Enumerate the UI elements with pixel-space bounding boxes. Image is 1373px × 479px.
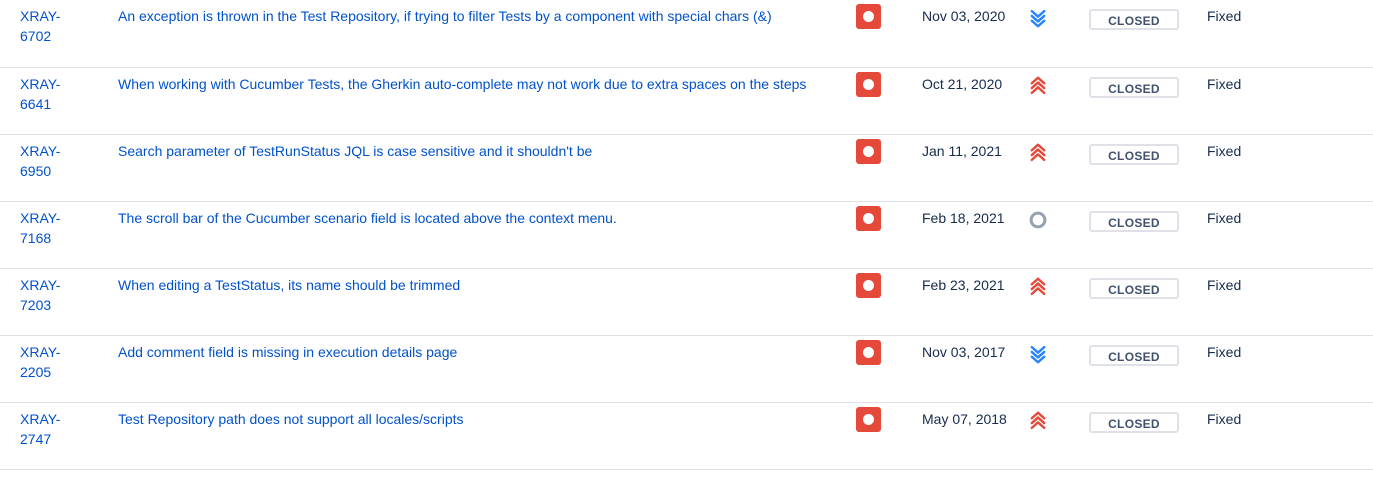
bug-icon: [856, 4, 881, 29]
issue-summary-link[interactable]: Search parameter of TestRunStatus JQL is…: [108, 135, 856, 161]
status-cell: CLOSED: [1089, 134, 1207, 202]
resolution-cell: Fixed: [1207, 402, 1373, 470]
issue-key-link[interactable]: XRAY-7168: [0, 202, 90, 248]
issue-key-cell: XRAY-6950: [0, 134, 108, 202]
status-cell: CLOSED: [1089, 201, 1207, 269]
status-badge: CLOSED: [1089, 344, 1179, 366]
priority-cell: [1023, 335, 1089, 403]
bug-icon: [856, 71, 881, 97]
resolution-cell: Fixed: [1207, 134, 1373, 202]
resolution-cell: Fixed: [1207, 201, 1373, 269]
priority-cell: [1023, 402, 1089, 470]
priority-cell: [1023, 268, 1089, 336]
lowest-priority-icon: [1027, 7, 1049, 29]
status-cell: CLOSED: [1089, 402, 1207, 470]
type-cell: [856, 0, 922, 68]
issue-key-link[interactable]: XRAY-6950: [0, 135, 90, 181]
summary-cell: When editing a TestStatus, its name shou…: [108, 268, 856, 336]
issues-table: XRAY-6702 An exception is thrown in the …: [0, 0, 1373, 470]
table-row: XRAY-7203 When editing a TestStatus, its…: [0, 268, 1373, 336]
table-row: XRAY-6641 When working with Cucumber Tes…: [0, 67, 1373, 135]
issue-key-cell: XRAY-6702: [0, 0, 108, 68]
summary-cell: An exception is thrown in the Test Repos…: [108, 0, 856, 68]
issue-key-link[interactable]: XRAY-6702: [0, 0, 90, 46]
issue-summary-link[interactable]: Test Repository path does not support al…: [108, 403, 856, 429]
medium-priority-icon: [1027, 209, 1049, 231]
issue-key-cell: XRAY-6641: [0, 67, 108, 135]
highest-priority-icon: [1027, 75, 1049, 97]
status-badge: CLOSED: [1089, 9, 1179, 30]
resolution-cell: Fixed: [1207, 268, 1373, 336]
updated-date: Nov 03, 2017: [922, 335, 1023, 403]
status-badge: CLOSED: [1089, 411, 1179, 433]
status-badge: CLOSED: [1089, 76, 1179, 98]
status-cell: CLOSED: [1089, 67, 1207, 135]
summary-cell: Test Repository path does not support al…: [108, 402, 856, 470]
updated-date: Jan 11, 2021: [922, 134, 1023, 202]
type-cell: [856, 134, 922, 202]
issue-key-link[interactable]: XRAY-2747: [0, 403, 90, 449]
resolution-cell: Fixed: [1207, 0, 1373, 68]
bug-icon: [856, 205, 881, 231]
highest-priority-icon: [1027, 142, 1049, 164]
summary-cell: Add comment field is missing in executio…: [108, 335, 856, 403]
issue-key-link[interactable]: XRAY-6641: [0, 68, 90, 114]
type-cell: [856, 268, 922, 336]
highest-priority-icon: [1027, 276, 1049, 298]
status-cell: CLOSED: [1089, 0, 1207, 68]
status-cell: CLOSED: [1089, 335, 1207, 403]
table-row: XRAY-2205 Add comment field is missing i…: [0, 335, 1373, 403]
issue-key-cell: XRAY-2747: [0, 402, 108, 470]
issue-summary-link[interactable]: When editing a TestStatus, its name shou…: [108, 269, 856, 295]
bug-icon: [856, 339, 881, 365]
table-row: XRAY-6702 An exception is thrown in the …: [0, 0, 1373, 68]
updated-date: Nov 03, 2020: [922, 0, 1023, 68]
bug-icon: [856, 406, 881, 432]
issue-summary-link[interactable]: When working with Cucumber Tests, the Gh…: [108, 68, 856, 94]
updated-date: Feb 18, 2021: [922, 201, 1023, 269]
status-cell: CLOSED: [1089, 268, 1207, 336]
resolution-cell: Fixed: [1207, 335, 1373, 403]
table-row: XRAY-7168 The scroll bar of the Cucumber…: [0, 201, 1373, 269]
issue-key-cell: XRAY-7168: [0, 201, 108, 269]
updated-date: May 07, 2018: [922, 402, 1023, 470]
summary-cell: Search parameter of TestRunStatus JQL is…: [108, 134, 856, 202]
issue-key-cell: XRAY-7203: [0, 268, 108, 336]
type-cell: [856, 201, 922, 269]
issues-table-body: XRAY-6702 An exception is thrown in the …: [0, 0, 1373, 470]
bug-icon: [856, 272, 881, 298]
status-badge: CLOSED: [1089, 277, 1179, 299]
issue-key-link[interactable]: XRAY-7203: [0, 269, 90, 315]
table-row: XRAY-2747 Test Repository path does not …: [0, 402, 1373, 470]
updated-date: Oct 21, 2020: [922, 67, 1023, 135]
status-badge: CLOSED: [1089, 143, 1179, 165]
updated-date: Feb 23, 2021: [922, 268, 1023, 336]
type-cell: [856, 402, 922, 470]
issue-summary-link[interactable]: An exception is thrown in the Test Repos…: [108, 0, 856, 26]
type-cell: [856, 67, 922, 135]
bug-icon: [856, 138, 881, 164]
priority-cell: [1023, 201, 1089, 269]
lowest-priority-icon: [1027, 343, 1049, 365]
summary-cell: The scroll bar of the Cucumber scenario …: [108, 201, 856, 269]
priority-cell: [1023, 134, 1089, 202]
table-row: XRAY-6950 Search parameter of TestRunSta…: [0, 134, 1373, 202]
priority-cell: [1023, 67, 1089, 135]
resolution-cell: Fixed: [1207, 67, 1373, 135]
issue-key-cell: XRAY-2205: [0, 335, 108, 403]
issue-key-link[interactable]: XRAY-2205: [0, 336, 90, 382]
priority-cell: [1023, 0, 1089, 68]
issue-summary-link[interactable]: Add comment field is missing in executio…: [108, 336, 856, 362]
type-cell: [856, 335, 922, 403]
status-badge: CLOSED: [1089, 210, 1179, 232]
issue-summary-link[interactable]: The scroll bar of the Cucumber scenario …: [108, 202, 856, 228]
summary-cell: When working with Cucumber Tests, the Gh…: [108, 67, 856, 135]
highest-priority-icon: [1027, 410, 1049, 432]
